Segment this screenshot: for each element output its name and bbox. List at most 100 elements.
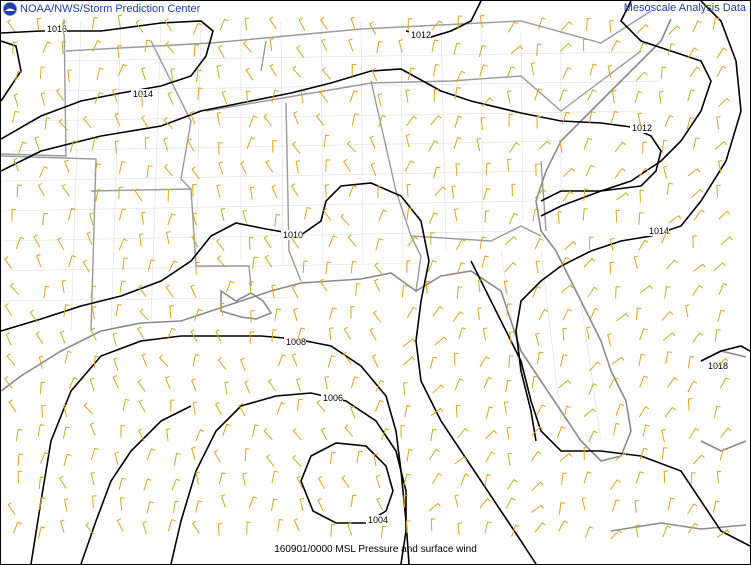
wind-barb <box>264 254 273 268</box>
wind-barb <box>434 336 447 346</box>
wind-barb <box>610 110 619 124</box>
wind-barb <box>557 211 563 225</box>
wind-barb <box>6 353 16 366</box>
wind-barb <box>35 331 44 344</box>
wind-barb <box>139 308 149 321</box>
wind-barb <box>141 353 148 367</box>
wind-barb <box>691 188 704 199</box>
wind-barb <box>429 356 438 369</box>
wind-barb <box>292 454 302 467</box>
wind-barb <box>582 208 589 221</box>
wind-barb <box>144 137 150 150</box>
wind-barb <box>431 39 439 52</box>
wind-barb <box>146 501 154 514</box>
wind-barb <box>340 213 350 226</box>
wind-barb <box>242 40 252 53</box>
wind-barb <box>562 67 572 79</box>
wind-barb <box>59 330 66 344</box>
wind-barb <box>589 361 601 372</box>
wind-barb <box>291 353 298 367</box>
wind-barb <box>216 184 221 198</box>
isobar-1016 <box>1 20 214 140</box>
wind-barb <box>33 234 41 248</box>
wind-barb <box>245 67 254 81</box>
wind-barb <box>195 471 201 485</box>
wind-barb <box>317 497 324 512</box>
wind-barb <box>687 355 695 369</box>
wind-barb <box>248 115 258 128</box>
wind-barb <box>39 166 49 178</box>
wind-barb <box>17 470 23 484</box>
wind-barb <box>116 518 124 532</box>
wind-barb <box>668 214 682 224</box>
wind-barb <box>319 17 328 30</box>
wind-barb <box>167 213 176 226</box>
wind-barb <box>167 91 174 105</box>
wind-barb <box>295 378 301 392</box>
wind-barb <box>9 282 20 296</box>
wind-barb <box>347 522 353 536</box>
wind-barb <box>329 451 337 465</box>
wind-barb <box>454 378 464 391</box>
wind-barb <box>433 64 440 77</box>
wind-barb <box>485 162 491 176</box>
wind-barb <box>193 44 200 57</box>
wind-barb <box>484 521 492 534</box>
wind-barb <box>18 141 27 154</box>
wind-barb <box>13 93 19 107</box>
wind-barb <box>91 137 99 151</box>
wind-barb <box>589 307 600 320</box>
wind-barb <box>170 68 175 82</box>
wind-barb <box>343 326 351 340</box>
wind-barb <box>165 284 174 298</box>
wind-barb <box>616 313 629 322</box>
wind-barb <box>376 497 384 511</box>
wind-barb <box>402 356 416 366</box>
wind-barb <box>667 42 676 56</box>
wind-barb <box>315 113 325 126</box>
wind-barb <box>559 42 572 52</box>
wind-barb <box>454 115 463 129</box>
wind-barb <box>380 525 387 539</box>
wind-barb <box>430 115 442 126</box>
wind-barb <box>329 327 334 341</box>
wind-barb <box>535 163 540 177</box>
wind-barb <box>400 425 405 438</box>
wind-barb <box>717 309 725 323</box>
wind-barb <box>666 259 678 270</box>
wind-barb <box>536 351 544 365</box>
wind-barb <box>607 65 613 79</box>
wind-barb <box>483 376 493 389</box>
wind-barb <box>244 380 251 394</box>
wind-barb <box>92 40 102 52</box>
wind-barb <box>191 520 200 534</box>
wind-barb <box>325 159 331 172</box>
wind-barb <box>664 286 671 299</box>
isobar-1008 <box>30 335 410 564</box>
wind-barb <box>291 141 301 155</box>
wind-barb <box>432 305 444 317</box>
wind-barb <box>662 332 676 341</box>
wind-barb <box>406 448 413 462</box>
wind-barb <box>453 353 459 366</box>
wind-barb <box>89 212 94 226</box>
wind-barb <box>586 17 592 31</box>
wind-barb <box>321 67 332 80</box>
wind-barb <box>692 235 697 249</box>
wind-barb <box>244 17 250 31</box>
wind-barb <box>249 331 255 344</box>
wind-barb <box>509 141 520 153</box>
wind-barb <box>477 307 482 321</box>
wind-barb <box>16 184 22 198</box>
wind-barb <box>660 66 667 80</box>
wind-barb <box>558 502 565 515</box>
wind-barb <box>63 453 72 467</box>
wind-barb <box>89 422 96 436</box>
wind-barb <box>376 41 383 54</box>
wind-barb <box>457 427 469 439</box>
wind-barb <box>42 212 49 226</box>
wind-barb <box>636 307 642 321</box>
wind-barb <box>263 427 273 441</box>
wind-barb <box>246 137 256 150</box>
wind-barb <box>267 378 277 392</box>
